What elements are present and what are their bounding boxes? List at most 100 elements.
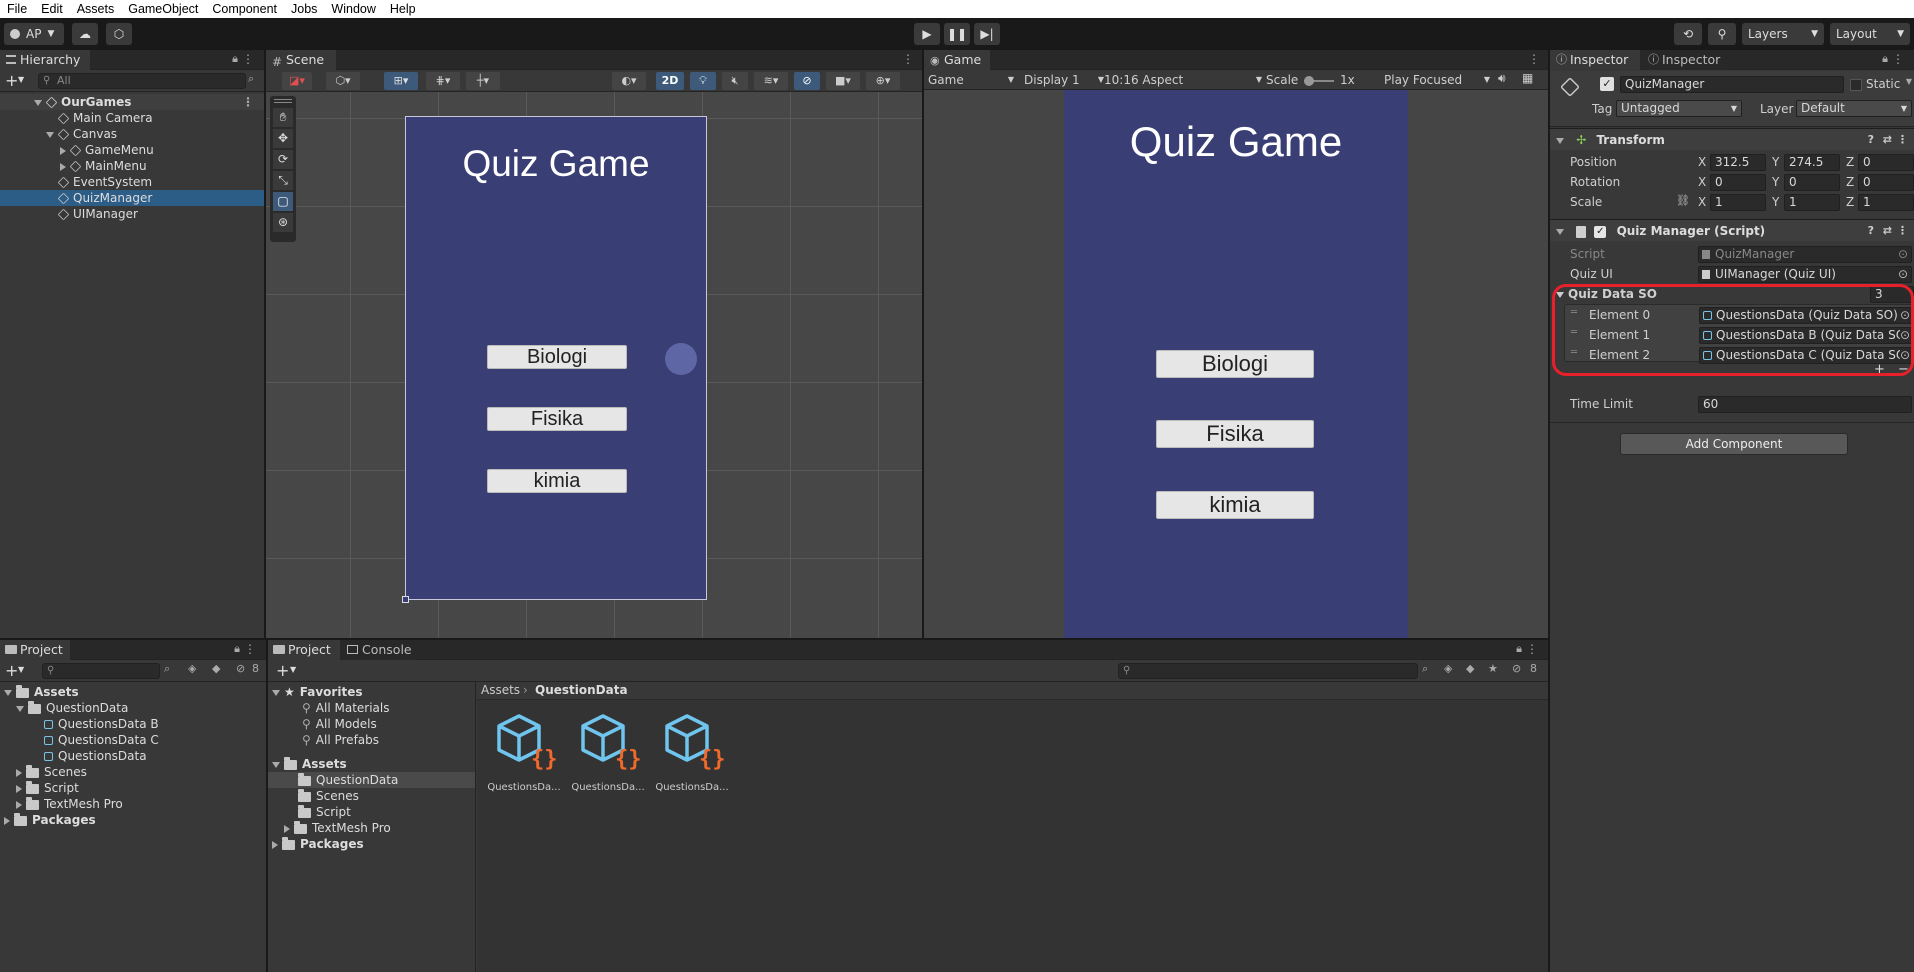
hierarchy-item-eventsystem[interactable]: EventSystem (0, 174, 264, 190)
effects-button[interactable]: ≋▾ (754, 72, 788, 90)
tree-questionsdata-c[interactable]: QuestionsData C (0, 732, 266, 748)
history-button[interactable]: ⟲ (1674, 23, 1702, 45)
slider-thumb[interactable] (1304, 76, 1314, 86)
expand-arrow-icon[interactable] (46, 131, 54, 138)
project-left-search-input[interactable]: ⚲ (42, 663, 160, 679)
menu-window[interactable]: Window (324, 2, 382, 16)
tree-script[interactable]: Script (0, 780, 266, 796)
add-component-button[interactable]: Add Component (1620, 433, 1848, 455)
expand-arrow-icon[interactable] (16, 705, 24, 712)
tab-project[interactable]: Project (0, 640, 70, 660)
add-icon[interactable]: + (5, 661, 18, 680)
asset-item[interactable]: {} QuestionsDa... (655, 710, 729, 796)
hierarchy-item-quizmanager[interactable]: QuizManager (0, 190, 264, 206)
tag-dropdown[interactable]: Untagged ▼ (1616, 100, 1742, 117)
collapsed-arrow-icon[interactable] (60, 146, 66, 155)
tree-textmesh-pro[interactable]: TextMesh Pro (268, 820, 475, 836)
tab-inspector-1[interactable]: ⓘ Inspector (1550, 50, 1640, 70)
layer-dropdown[interactable]: Default ▼ (1796, 100, 1912, 117)
type-filter-icon[interactable]: ◈ (188, 662, 196, 675)
static-checkbox[interactable] (1850, 79, 1862, 91)
more-menu-icon[interactable]: ⋮ (244, 642, 256, 656)
add-icon[interactable]: + (5, 71, 18, 90)
scale-slider[interactable] (1304, 76, 1334, 86)
active-checkbox[interactable]: ✓ (1600, 77, 1614, 91)
breadcrumb-questiondata[interactable]: QuestionData (535, 683, 628, 697)
chevron-down-icon[interactable]: ▼ (290, 665, 296, 674)
expand-arrow-icon[interactable] (272, 761, 280, 768)
menu-gameobject[interactable]: GameObject (121, 2, 205, 16)
more-menu-icon[interactable]: ⋮ (1897, 132, 1908, 148)
menu-edit[interactable]: Edit (34, 2, 70, 16)
hierarchy-item-gamemenu[interactable]: GameMenu (0, 142, 264, 158)
game-button-biologi[interactable]: Biologi (1156, 350, 1314, 378)
tab-inspector-2[interactable]: ⓘ Inspector (1642, 50, 1732, 70)
fav-all-materials[interactable]: ⚲ All Materials (268, 700, 475, 716)
camera-button[interactable]: ■▾ (826, 72, 860, 90)
more-menu-icon[interactable]: ⋮ (242, 52, 254, 66)
more-menu-icon[interactable]: ⋮ (242, 94, 254, 110)
layers-dropdown[interactable]: Layers ▼ (1742, 23, 1824, 45)
hand-tool[interactable]: ✋︎ (273, 108, 293, 127)
expand-arrow-icon[interactable] (1556, 228, 1564, 235)
object-name-field[interactable]: QuizManager (1620, 76, 1844, 93)
more-menu-icon[interactable]: ⋮ (1892, 52, 1904, 66)
tab-project-main[interactable]: Project (268, 640, 340, 660)
fav-all-models[interactable]: ⚲ All Models (268, 716, 475, 732)
visibility-toggle[interactable]: ⊘ (794, 72, 820, 90)
label-filter-icon[interactable]: ◆ (212, 662, 220, 675)
menu-file[interactable]: File (0, 2, 34, 16)
tree-packages[interactable]: Packages (268, 836, 475, 852)
account-dropdown[interactable]: AP ▼ (4, 23, 64, 45)
scene-viewport[interactable]: ✋︎ ✥ ⟳ ⤡ ▢ ⊛ Quiz Game Biologi Fisika ki… (266, 92, 922, 638)
scene-search-icon[interactable]: ⌕ (248, 72, 254, 86)
tab-console[interactable]: Console (342, 640, 416, 660)
menu-jobs[interactable]: Jobs (284, 2, 324, 16)
rect-tool[interactable]: ▢ (273, 192, 293, 211)
chevron-down-icon[interactable]: ▼ (1906, 77, 1912, 86)
lock-icon[interactable]: 🔒︎ (232, 52, 238, 66)
time-limit-field[interactable]: 60 (1698, 396, 1912, 413)
expand-arrow-icon[interactable] (4, 689, 12, 696)
tab-game[interactable]: ◉ Game (924, 50, 990, 70)
tree-questionsdata[interactable]: QuestionsData (0, 748, 266, 764)
scene-search-icon[interactable]: ⌕ (164, 662, 170, 676)
hierarchy-item-mainmenu[interactable]: MainMenu (0, 158, 264, 174)
settings-icon[interactable]: ⇄ (1883, 223, 1892, 239)
pause-button[interactable]: ❚❚ (944, 23, 970, 45)
more-menu-icon[interactable]: ⋮ (1526, 642, 1538, 656)
tree-questiondata[interactable]: QuestionData (268, 772, 475, 788)
quiz-ui-field[interactable]: UIManager (Quiz UI) ⊙ (1698, 266, 1912, 283)
hierarchy-item-canvas[interactable]: Canvas (0, 126, 264, 142)
layout-dropdown[interactable]: Layout ▼ (1830, 23, 1910, 45)
tree-textmesh-pro[interactable]: TextMesh Pro (0, 796, 266, 812)
scene-button-fisika[interactable]: Fisika (487, 407, 627, 431)
project-search-input[interactable]: ⚲ (1118, 663, 1418, 679)
asset-item[interactable]: {} QuestionsDa... (571, 710, 645, 796)
more-menu-icon[interactable]: ⋮ (902, 52, 914, 66)
hierarchy-item-uimanager[interactable]: UIManager (0, 206, 264, 222)
help-icon[interactable]: ? (1868, 132, 1874, 148)
settings-icon[interactable]: ⇄ (1883, 132, 1892, 148)
gizmos-button[interactable]: ⊕▾ (866, 72, 900, 90)
position-y-field[interactable]: 274.5 (1784, 154, 1840, 171)
hierarchy-search-input[interactable]: ⚲ All (38, 73, 246, 89)
rotation-z-field[interactable]: 0 (1858, 174, 1914, 191)
enabled-checkbox[interactable]: ✓ (1594, 225, 1607, 238)
step-button[interactable]: ▶| (974, 23, 1000, 45)
shading-button[interactable]: ◐▾ (612, 72, 646, 90)
cloud-button[interactable]: ☁ (72, 23, 98, 45)
scale-y-field[interactable]: 1 (1784, 194, 1840, 211)
rotation-y-field[interactable]: 0 (1784, 174, 1840, 191)
game-button-kimia[interactable]: kimia (1156, 491, 1314, 519)
orientation-button[interactable]: ⬡▾ (326, 72, 360, 90)
display-dropdown[interactable]: Display 1 ▼ (1024, 72, 1104, 88)
menu-component[interactable]: Component (205, 2, 284, 16)
rotate-tool[interactable]: ⟳ (273, 150, 293, 169)
rect-handle[interactable] (402, 596, 409, 603)
tab-scene[interactable]: # Scene (266, 50, 336, 70)
add-icon[interactable]: + (276, 661, 289, 680)
grid-button[interactable]: ⋕▾ (426, 72, 460, 90)
search-button[interactable]: ⚲ (1708, 23, 1736, 45)
more-menu-icon[interactable]: ⋮ (1528, 52, 1540, 66)
